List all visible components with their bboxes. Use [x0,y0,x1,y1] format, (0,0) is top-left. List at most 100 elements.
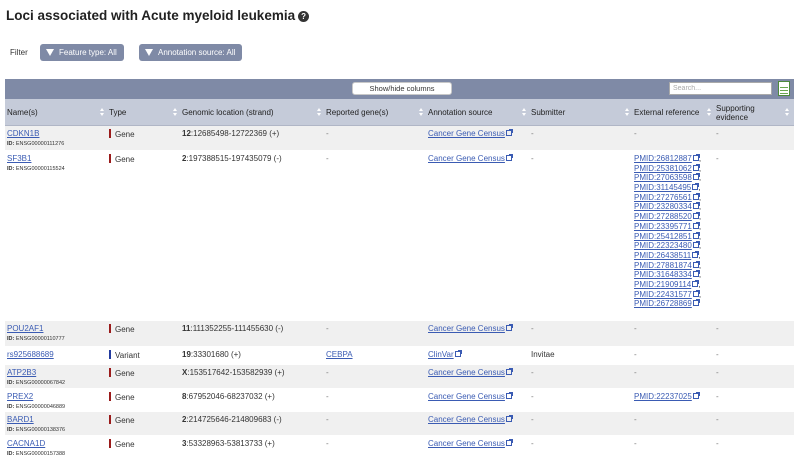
pmid-link[interactable]: PMID:22431577 [634,290,692,299]
supporting-evidence-cell: - [716,324,719,334]
pmid-link[interactable]: PMID:25412851 [634,232,692,241]
ensembl-id-label: ID: [7,404,15,410]
ensembl-id: ID: ENSG00000111276 [7,140,64,148]
column-header-external-reference[interactable]: External reference [634,99,716,126]
pmid-link[interactable]: PMID:27063598 [634,173,692,182]
pmid-link[interactable]: PMID:25381062 [634,164,692,173]
locus-name-link[interactable]: ATP2B3 [7,368,36,377]
annotation-source-link[interactable]: Cancer Gene Census [428,368,505,377]
column-header-type[interactable]: Type [109,99,182,126]
external-link-icon [692,260,700,268]
pmid-link[interactable]: PMID:23280334 [634,202,692,211]
funnel-icon [46,49,54,56]
feature-type-filter-button[interactable]: Feature type: All [40,44,124,61]
pmid-link[interactable]: PMID:22323480 [634,241,692,250]
genomic-location-cell: 19:33301680 (+) [182,350,241,360]
annotation-source-link[interactable]: Cancer Gene Census [428,129,505,138]
genomic-location-cell: X:153517642-153582939 (+) [182,368,285,378]
column-header-submitter[interactable]: Submitter [531,99,634,126]
external-reference-item: - [634,415,637,425]
pmid-link[interactable]: PMID:31648334 [634,270,692,279]
sort-icon[interactable] [173,108,178,117]
submitter-value: - [531,368,534,377]
empty-value: - [326,154,329,163]
column-header-location[interactable]: Genomic location (strand) [182,99,326,126]
annotation-source-link[interactable]: Cancer Gene Census [428,324,505,333]
type-color-marker [109,415,111,424]
external-reference-cell: - [634,368,637,378]
submitter-value: - [531,324,534,333]
annotation-source-link[interactable]: Cancer Gene Census [428,439,505,448]
pmid-link[interactable]: PMID:27288520 [634,212,692,221]
ensembl-id: ID: ENSG00000115524 [7,165,65,173]
locus-name-link[interactable]: SF3B1 [7,154,31,163]
reported-genes-cell: - [326,154,329,164]
submitter-value: - [531,415,534,424]
supporting-evidence-value: - [716,415,719,424]
ensembl-id-label: ID: [7,380,15,386]
sort-icon[interactable] [419,108,424,117]
locus-name-link[interactable]: BARD1 [7,415,34,424]
show-hide-columns-button[interactable]: Show/hide columns [352,82,452,95]
locus-name-link[interactable]: CACNA1D [7,439,45,448]
pmid-link[interactable]: PMID:23395771 [634,222,692,231]
pmid-link[interactable]: PMID:26812887 [634,154,692,163]
pmid-link[interactable]: PMID:22237025 [634,392,692,401]
type-label: Gene [115,130,135,139]
external-link-icon [692,154,700,161]
chromosome: 19 [182,350,191,359]
ensembl-id-label: ID: [7,166,15,172]
empty-value: - [326,415,329,424]
sort-icon[interactable] [317,108,322,117]
type-cell: Gene [109,415,135,426]
annotation-source-link[interactable]: Cancer Gene Census [428,392,505,401]
spreadsheet-export-icon[interactable] [778,81,790,96]
external-reference-item: PMID:22323480, [634,241,702,251]
ensembl-id-label: ID: [7,141,15,147]
column-header-reported-genes[interactable]: Reported gene(s) [326,99,428,126]
sort-icon[interactable] [785,108,790,117]
annotation-source-cell: Cancer Gene Census [428,129,513,139]
annotation-source-filter-button[interactable]: Annotation source: All [139,44,243,61]
locus-name-link[interactable]: rs925688689 [7,350,54,359]
external-reference-item: PMID:31145495, [634,183,701,193]
external-link-icon [692,299,700,307]
ensembl-id-value: ENSG00000115524 [15,166,65,172]
external-link-icon [692,241,700,249]
pmid-link[interactable]: PMID:21909114 [634,280,691,289]
external-link-icon [692,212,700,220]
empty-value: - [634,350,637,359]
pmid-link[interactable]: PMID:26438511 [634,251,691,260]
locus-name-link[interactable]: CDKN1B [7,129,39,138]
reported-gene-link[interactable]: CEBPA [326,350,353,359]
table-row: BARD1 ID: ENSG00000138376 Gene 2:214725646-… [5,412,794,436]
search-input[interactable] [669,82,772,95]
external-link-icon [505,439,513,446]
submitter-value: - [531,439,534,448]
locus-name-link[interactable]: PREX2 [7,392,33,401]
help-icon[interactable]: ? [298,11,310,22]
locus-name-link[interactable]: POU2AF1 [7,324,43,333]
external-link-icon [692,221,700,229]
column-header-supporting-evidence[interactable]: Supporting evidence [716,99,794,126]
annotation-source-link[interactable]: Cancer Gene Census [428,415,505,424]
submitter-cell: - [531,415,534,425]
sort-icon[interactable] [522,108,527,117]
type-color-marker [109,392,111,401]
pmid-link[interactable]: PMID:27276561 [634,193,692,202]
pmid-link[interactable]: PMID:31145495 [634,183,691,192]
column-header-annotation-source[interactable]: Annotation source [428,99,531,126]
sort-icon[interactable] [625,108,630,117]
supporting-evidence-value: - [716,129,719,138]
type-cell: Gene [109,439,135,450]
column-header-name[interactable]: Name(s) [7,99,109,126]
pmid-link[interactable]: PMID:26728869 [634,299,692,308]
pmid-link[interactable]: PMID:27881874 [634,261,692,270]
page-title: Loci associated with Acute myeloid leuke… [6,8,310,23]
sort-icon[interactable] [707,108,712,117]
annotation-source-link[interactable]: ClinVar [428,350,454,359]
submitter-cell: - [531,368,534,378]
external-reference-item: PMID:27881874, [634,260,702,270]
sort-icon[interactable] [100,108,105,117]
annotation-source-link[interactable]: Cancer Gene Census [428,154,505,163]
